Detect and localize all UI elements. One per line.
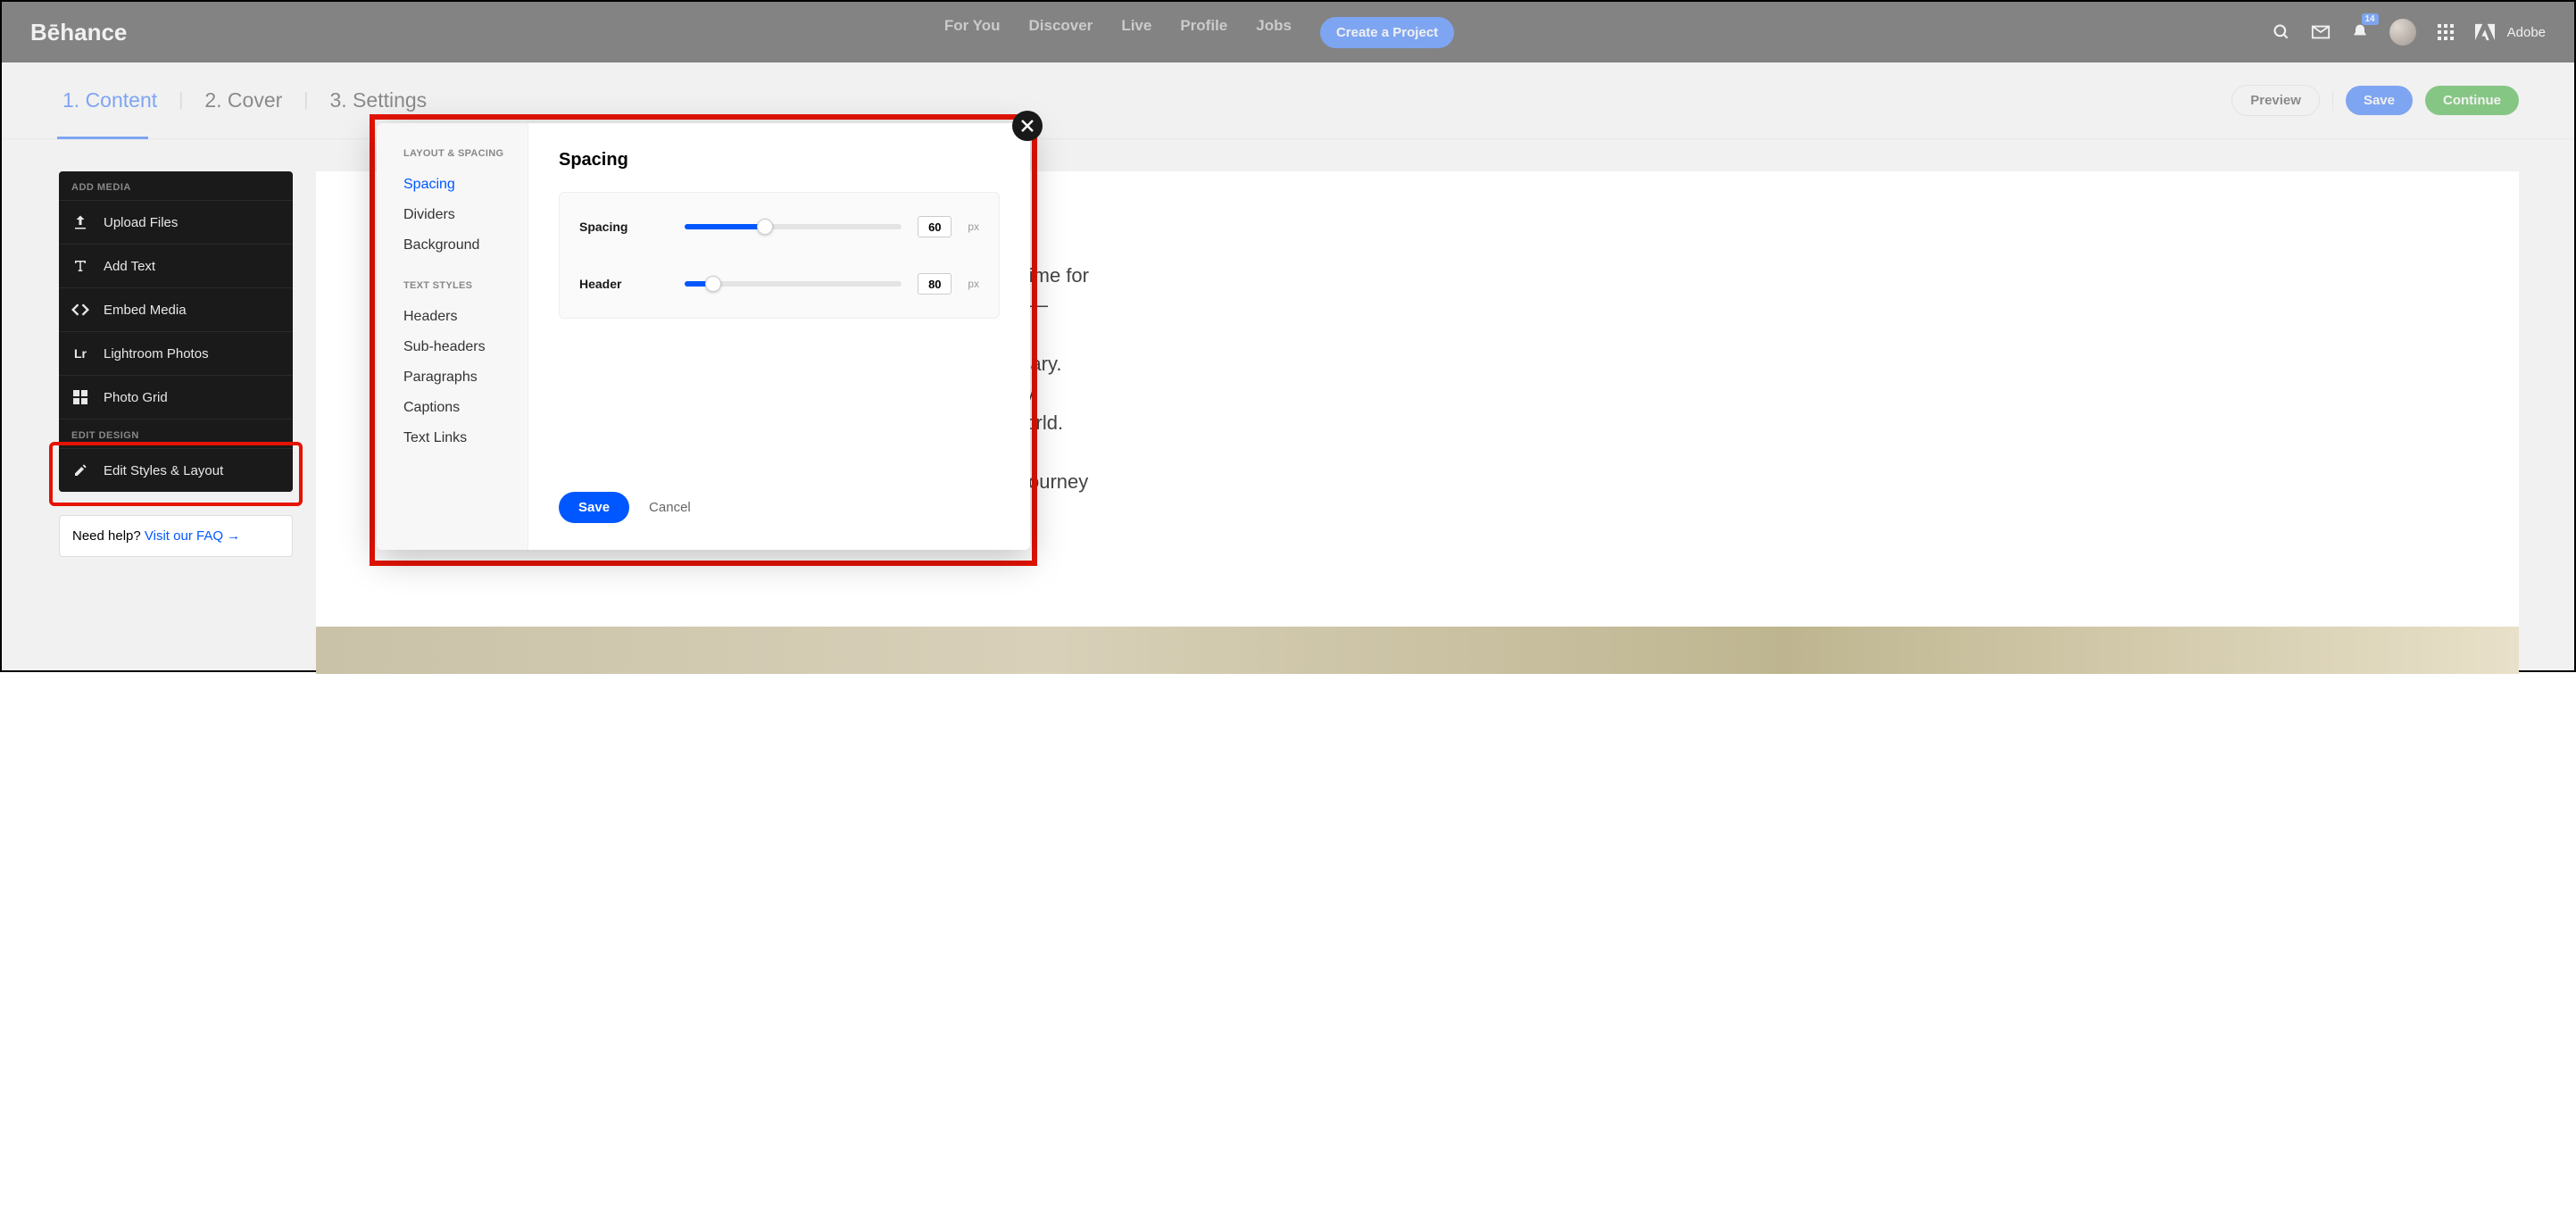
pencil-icon [71,461,89,479]
sidebar-item-label: Embed Media [104,303,187,318]
avatar[interactable] [2389,19,2416,46]
settings-panel: Spacing px Header px [559,192,1000,319]
apps-icon[interactable] [2436,22,2456,42]
header-slider[interactable] [685,281,902,287]
unit-label: px [968,220,979,233]
sidebar-item-upload-files[interactable]: Upload Files [59,200,293,244]
grid-icon [71,388,89,406]
modal-nav-dividers[interactable]: Dividers [403,200,528,230]
step-separator: | [179,90,183,111]
modal-nav-subheaders[interactable]: Sub-headers [403,332,528,362]
upload-icon [71,213,89,231]
step-settings[interactable]: 3. Settings [324,88,432,112]
document-image [316,627,2519,674]
sidebar-item-label: Edit Styles & Layout [104,463,223,478]
active-step-underline [57,137,148,139]
nav-live[interactable]: Live [1121,17,1151,48]
modal-nav-captions[interactable]: Captions [403,393,528,423]
sidebar-item-label: Add Text [104,259,155,274]
nav-for-you[interactable]: For You [944,17,1001,48]
step-content[interactable]: 1. Content [57,88,162,112]
embed-icon [71,301,89,319]
step-cover[interactable]: 2. Cover [199,88,287,112]
modal-title: Spacing [559,150,1000,170]
create-project-button[interactable]: Create a Project [1320,17,1454,48]
nav-jobs[interactable]: Jobs [1256,17,1292,48]
unit-label: px [968,278,979,290]
save-button[interactable]: Save [2346,86,2413,115]
spacing-input[interactable] [918,216,951,237]
header-label: Header [579,277,669,291]
sidebar-heading-add-media: ADD MEDIA [59,171,293,200]
sidebar-item-embed-media[interactable]: Embed Media [59,287,293,331]
modal-sidebar: LAYOUT & SPACING Spacing Dividers Backgr… [377,123,528,550]
modal-nav-background[interactable]: Background [403,230,528,261]
faq-link[interactable]: Visit our FAQ → [145,528,240,544]
sidebar-item-label: Lightroom Photos [104,346,209,362]
modal-content: Spacing Spacing px Header px [528,123,1030,550]
spacing-row: Spacing px [579,216,979,237]
sidebar-heading-edit-design: EDIT DESIGN [59,419,293,448]
header-row: Header px [579,273,979,295]
lightroom-icon: Lr [71,345,89,362]
modal-nav-paragraphs[interactable]: Paragraphs [403,362,528,393]
mail-icon[interactable] [2311,22,2331,42]
help-text: Need help? [72,528,145,544]
sidebar-item-lightroom[interactable]: Lr Lightroom Photos [59,331,293,375]
notification-badge: 14 [2362,13,2379,25]
search-icon[interactable] [2272,22,2291,42]
nav-discover[interactable]: Discover [1028,17,1093,48]
adobe-icon[interactable] [2475,22,2495,42]
header-input[interactable] [918,273,951,295]
nav-profile[interactable]: Profile [1180,17,1227,48]
spacing-slider[interactable] [685,224,902,229]
modal-cancel-button[interactable]: Cancel [649,500,691,515]
modal-nav-headers[interactable]: Headers [403,302,528,332]
add-media-sidebar: ADD MEDIA Upload Files Add Text Embed Me… [59,171,293,492]
modal-save-button[interactable]: Save [559,492,629,523]
modal-nav-textlinks[interactable]: Text Links [403,423,528,453]
top-nav: Bēhance For You Discover Live Profile Jo… [2,2,2574,62]
bell-icon[interactable]: 14 [2350,22,2370,42]
modal-section-heading: LAYOUT & SPACING [403,148,528,159]
sidebar-item-label: Upload Files [104,215,178,230]
modal-section-heading: TEXT STYLES [403,280,528,291]
sidebar-item-edit-styles[interactable]: Edit Styles & Layout [59,448,293,492]
sidebar-item-add-text[interactable]: Add Text [59,244,293,287]
sidebar-item-label: Photo Grid [104,390,168,405]
styles-modal: LAYOUT & SPACING Spacing Dividers Backgr… [377,123,1030,550]
sidebar-item-photo-grid[interactable]: Photo Grid [59,375,293,419]
preview-button[interactable]: Preview [2231,85,2320,116]
close-button[interactable] [1012,111,1043,141]
text-icon [71,257,89,275]
separator [2332,91,2333,111]
adobe-label: Adobe [2507,25,2546,40]
logo[interactable]: Bēhance [30,19,127,46]
continue-button[interactable]: Continue [2425,86,2519,115]
modal-nav-spacing[interactable]: Spacing [403,170,528,200]
help-box: Need help? Visit our FAQ → [59,515,293,557]
spacing-label: Spacing [579,220,669,234]
step-separator: | [303,90,308,111]
